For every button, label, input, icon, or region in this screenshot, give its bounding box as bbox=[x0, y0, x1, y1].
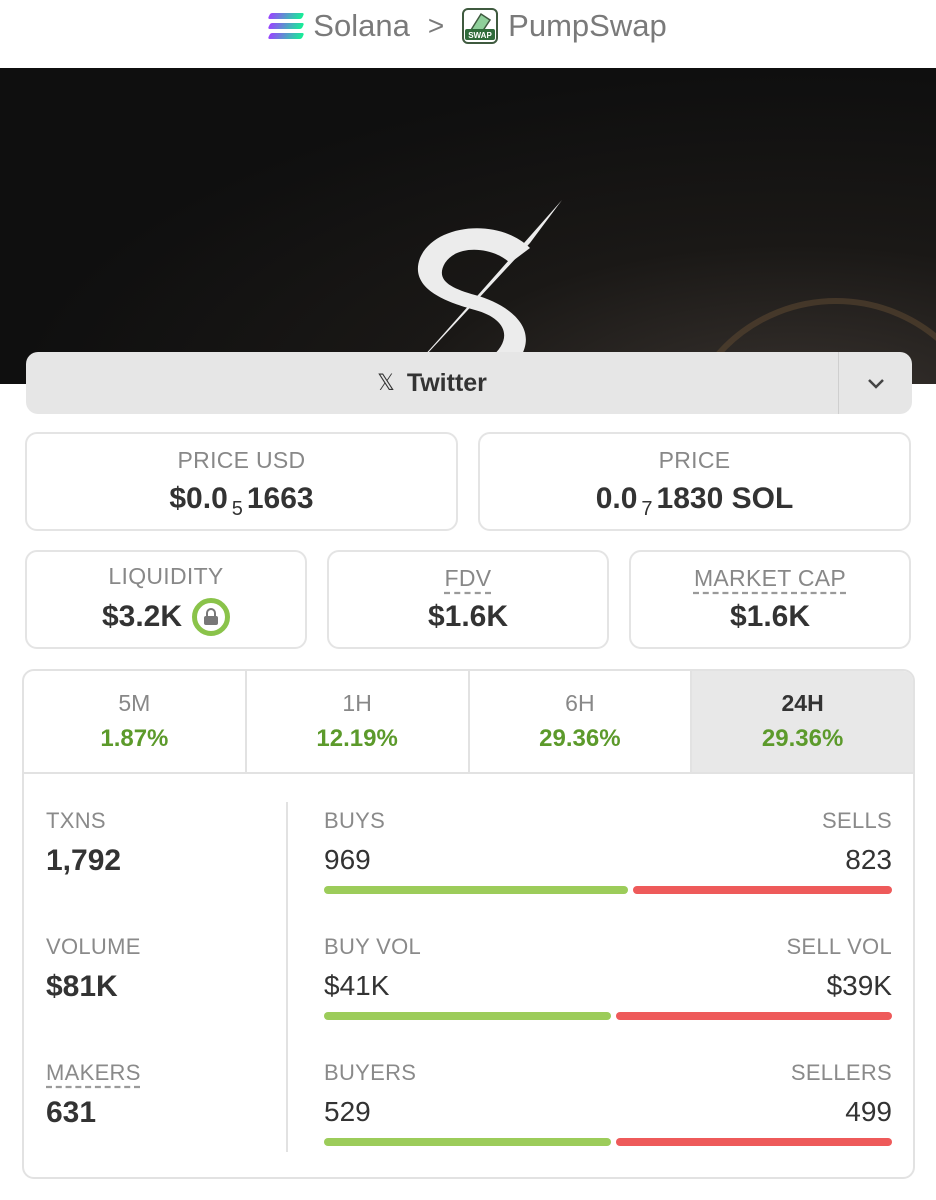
breadcrumb-chain-label: Solana bbox=[313, 8, 410, 43]
tab-label: 24H bbox=[781, 690, 824, 716]
sell-bar bbox=[616, 1138, 892, 1146]
price-usd-digits: 1663 bbox=[246, 482, 314, 515]
tab-change: 1.87% bbox=[100, 725, 169, 752]
twitter-link-button[interactable]: 𝕏 Twitter bbox=[26, 352, 838, 414]
volume-split-bar bbox=[324, 1012, 892, 1020]
sell-vol-value: $39K bbox=[826, 970, 892, 1001]
volume-stat: VOLUME $81K bbox=[46, 934, 141, 1004]
stats-divider bbox=[286, 802, 288, 1152]
liquidity-card: LIQUIDITY $3.2K bbox=[25, 550, 307, 649]
price-usd-card: PRICE USD $0.0 5 1663 bbox=[25, 432, 458, 531]
buyers-value: 529 bbox=[324, 1096, 371, 1127]
sellers-value: 499 bbox=[845, 1096, 892, 1127]
makers-value: 631 bbox=[46, 1096, 97, 1129]
solana-icon bbox=[267, 13, 305, 39]
txns-value: 1,792 bbox=[46, 844, 122, 877]
tab-24h[interactable]: 24H 29.36% bbox=[692, 671, 913, 772]
tab-label: 6H bbox=[565, 690, 595, 716]
volume-value: $81K bbox=[46, 970, 118, 1003]
tab-label: 1H bbox=[342, 690, 372, 716]
pumpswap-icon-text: SWAP bbox=[468, 31, 492, 40]
buyers-label: BUYERS bbox=[324, 1060, 417, 1085]
tab-label: 5M bbox=[118, 690, 151, 716]
liquidity-label: LIQUIDITY bbox=[108, 563, 224, 589]
sell-bar bbox=[616, 1012, 892, 1020]
price-usd-zero-count: 5 bbox=[231, 497, 243, 520]
fdv-label[interactable]: FDV bbox=[445, 565, 492, 592]
market-cap-card: MARKET CAP $1.6K bbox=[629, 550, 911, 649]
timeframe-stats-panel: 5M 1.87% 1H 12.19% 6H 29.36% 24H 29.36% … bbox=[22, 669, 915, 1179]
buyers-sellers-row: BUYERS SELLERS 529 499 bbox=[324, 1060, 892, 1146]
sell-bar bbox=[633, 886, 892, 894]
twitter-link-label: Twitter bbox=[406, 368, 487, 397]
tab-5m[interactable]: 5M 1.87% bbox=[24, 671, 247, 772]
chevron-right-icon: > bbox=[427, 10, 445, 41]
price-native-label: PRICE bbox=[658, 447, 731, 473]
pumpswap-icon: SWAP bbox=[462, 8, 499, 44]
txns-stat: TXNS 1,792 bbox=[46, 808, 121, 878]
token-banner bbox=[0, 68, 936, 384]
makers-stat: MAKERS 631 bbox=[46, 1060, 141, 1130]
txn-stats: TXNS 1,792 VOLUME $81K MAKERS 631 BUYS S… bbox=[24, 774, 913, 1177]
lock-icon[interactable] bbox=[192, 598, 231, 636]
sells-value: 823 bbox=[845, 844, 892, 875]
market-cap-value: $1.6K bbox=[729, 600, 811, 633]
padlock-glyph bbox=[204, 608, 219, 625]
sellers-label: SELLERS bbox=[790, 1060, 892, 1085]
breadcrumb-chain[interactable]: Solana bbox=[267, 8, 410, 44]
buys-sells-row: BUYS SELLS 969 823 bbox=[324, 808, 892, 894]
x-twitter-icon: 𝕏 bbox=[377, 370, 395, 395]
liquidity-value-row: $3.2K bbox=[101, 598, 231, 636]
price-native-card: PRICE 0.0 7 1830 SOL bbox=[478, 432, 911, 531]
breadcrumb: Solana > SWAP PumpSwap bbox=[0, 0, 936, 52]
fdv-value: $1.6K bbox=[427, 600, 509, 633]
price-native-prefix: 0.0 bbox=[595, 482, 638, 515]
breadcrumb-dex-label: PumpSwap bbox=[508, 8, 667, 43]
tab-change: 29.36% bbox=[539, 725, 621, 752]
buys-sells-bar bbox=[324, 886, 892, 894]
fdv-card: FDV $1.6K bbox=[327, 550, 609, 649]
volume-label: VOLUME bbox=[46, 934, 141, 959]
social-links-bar: 𝕏 Twitter bbox=[26, 352, 912, 414]
txns-label: TXNS bbox=[46, 808, 106, 833]
price-native-zero-count: 7 bbox=[641, 497, 653, 520]
buys-value: 969 bbox=[324, 844, 371, 875]
tab-change: 12.19% bbox=[316, 725, 398, 752]
buy-bar bbox=[324, 886, 629, 894]
price-usd-value: $0.0 5 1663 bbox=[169, 482, 314, 520]
market-cap-label[interactable]: MARKET CAP bbox=[694, 565, 846, 592]
price-usd-prefix: $0.0 bbox=[169, 482, 228, 515]
tab-change: 29.36% bbox=[761, 725, 844, 752]
price-usd-label: PRICE USD bbox=[177, 447, 306, 473]
liquidity-value: $3.2K bbox=[101, 600, 183, 633]
buys-label: BUYS bbox=[324, 808, 386, 833]
price-native-value: 0.0 7 1830 SOL bbox=[595, 482, 794, 520]
tab-6h[interactable]: 6H 29.36% bbox=[470, 671, 693, 772]
buy-vol-value: $41K bbox=[324, 970, 390, 1001]
chevron-down-icon bbox=[867, 379, 884, 389]
tab-1h[interactable]: 1H 12.19% bbox=[247, 671, 470, 772]
timeframe-tabs: 5M 1.87% 1H 12.19% 6H 29.36% 24H 29.36% bbox=[24, 671, 913, 774]
makers-label[interactable]: MAKERS bbox=[46, 1060, 141, 1086]
buyers-sellers-bar bbox=[324, 1138, 892, 1146]
sells-label: SELLS bbox=[822, 808, 892, 833]
breadcrumb-dex[interactable]: SWAP PumpSwap bbox=[462, 8, 667, 44]
sell-vol-label: SELL VOL bbox=[786, 934, 892, 959]
price-native-digits: 1830 SOL bbox=[656, 482, 794, 515]
buy-vol-label: BUY VOL bbox=[324, 934, 422, 959]
links-dropdown-button[interactable] bbox=[838, 352, 912, 414]
buy-bar bbox=[324, 1012, 612, 1020]
volume-split-row: BUY VOL SELL VOL $41K $39K bbox=[324, 934, 892, 1020]
buy-bar bbox=[324, 1138, 612, 1146]
